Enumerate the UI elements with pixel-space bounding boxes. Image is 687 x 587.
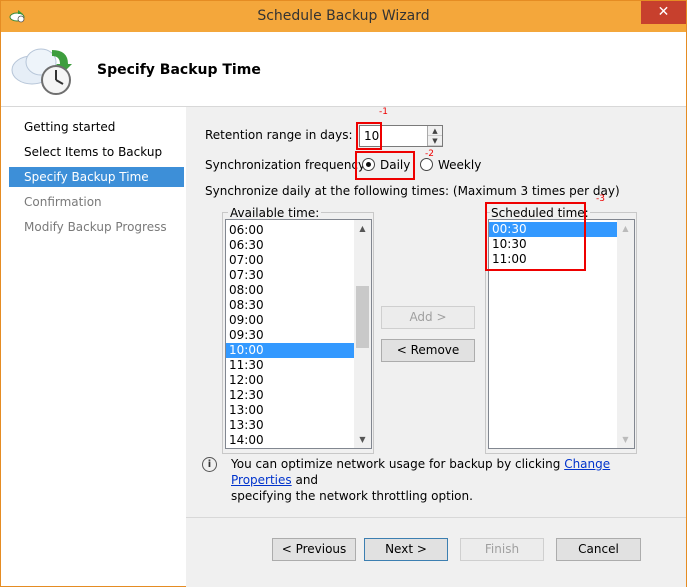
weekly-label[interactable]: Weekly [438, 158, 481, 172]
spin-down-icon[interactable]: ▼ [428, 136, 442, 146]
available-rows: 06:00 06:30 07:00 07:30 08:00 08:30 09:00 09:30… [226, 220, 354, 448]
info-text-before: You can optimize network usage for backu… [231, 457, 565, 471]
scroll-up-icon: ▲ [622, 224, 629, 233]
cloud-clock-icon [11, 48, 72, 95]
finish-button: Finish [460, 538, 544, 561]
sync-times-label: Synchronize daily at the following times… [205, 184, 620, 198]
scroll-down-icon: ▼ [622, 435, 629, 444]
available-time-item[interactable]: 07:30 [226, 268, 354, 283]
next-button[interactable]: Next > [364, 538, 448, 561]
window-title: Schedule Backup Wizard [257, 8, 430, 24]
add-button: Add > [381, 306, 475, 329]
remove-button[interactable]: < Remove [381, 339, 475, 362]
previous-button[interactable]: < Previous [272, 538, 356, 561]
available-time-item[interactable]: 07:00 [226, 253, 354, 268]
scroll-down-icon[interactable]: ▼ [354, 431, 371, 448]
retention-label: Retention range in days: [205, 128, 353, 142]
available-time-item[interactable]: 12:30 [226, 388, 354, 403]
info-text-after: and [291, 473, 319, 487]
annotation-box-2 [355, 151, 415, 180]
available-time-item[interactable]: 08:30 [226, 298, 354, 313]
spin-up-icon[interactable]: ▲ [428, 126, 442, 136]
nav-item-getting-started[interactable]: Getting started [9, 117, 184, 137]
nav-item-confirmation: Confirmation [24, 195, 102, 209]
available-time-item[interactable]: 11:30 [226, 358, 354, 373]
cancel-button[interactable]: Cancel [556, 538, 641, 561]
available-time-item[interactable]: 13:30 [226, 418, 354, 433]
info-text-line2: specifying the network throttling option… [231, 489, 473, 503]
available-time-item[interactable]: 08:00 [226, 283, 354, 298]
available-time-item[interactable]: 10:00 [226, 343, 354, 358]
available-time-label: Available time: [228, 206, 322, 220]
wizard-window: Schedule Backup Wizard ✕ Specify Backup … [0, 0, 687, 587]
available-scrollbar[interactable]: ▲ ▼ [354, 220, 371, 448]
scroll-thumb[interactable] [356, 286, 369, 348]
annotation-number-3: -3 [596, 194, 605, 204]
sync-frequency-label: Synchronization frequency: [205, 158, 369, 172]
annotation-box-3 [485, 202, 586, 271]
available-time-item[interactable]: 12:00 [226, 373, 354, 388]
wizard-steps-nav: Getting started Select Items to Backup S… [1, 107, 186, 586]
title-bar[interactable]: Schedule Backup Wizard ✕ [1, 1, 686, 32]
annotation-box-1 [356, 122, 382, 150]
scroll-up-icon[interactable]: ▲ [354, 220, 371, 237]
close-button[interactable]: ✕ [641, 1, 686, 24]
available-time-item[interactable]: 14:00 [226, 433, 354, 448]
nav-item-select-items[interactable]: Select Items to Backup [9, 142, 184, 162]
annotation-number-2: -2 [425, 149, 434, 159]
info-icon: i [202, 457, 217, 472]
page-title: Specify Backup Time [97, 62, 261, 78]
nav-item-specify-backup-time[interactable]: Specify Backup Time [9, 167, 184, 187]
available-time-item[interactable]: 06:00 [226, 223, 354, 238]
nav-item-modify-backup-progress: Modify Backup Progress [24, 220, 167, 234]
info-text: You can optimize network usage for backu… [231, 456, 661, 504]
weekly-radio[interactable] [420, 158, 433, 171]
scheduled-scrollbar: ▲ ▼ [617, 220, 634, 448]
available-time-item[interactable]: 13:00 [226, 403, 354, 418]
available-time-item[interactable]: 09:00 [226, 313, 354, 328]
available-time-item[interactable]: 06:30 [226, 238, 354, 253]
wizard-header: Specify Backup Time [1, 32, 686, 107]
annotation-number-1: -1 [379, 107, 388, 117]
available-time-item[interactable]: 09:30 [226, 328, 354, 343]
available-time-list[interactable]: 06:00 06:30 07:00 07:30 08:00 08:30 09:00 09:30… [225, 219, 372, 449]
